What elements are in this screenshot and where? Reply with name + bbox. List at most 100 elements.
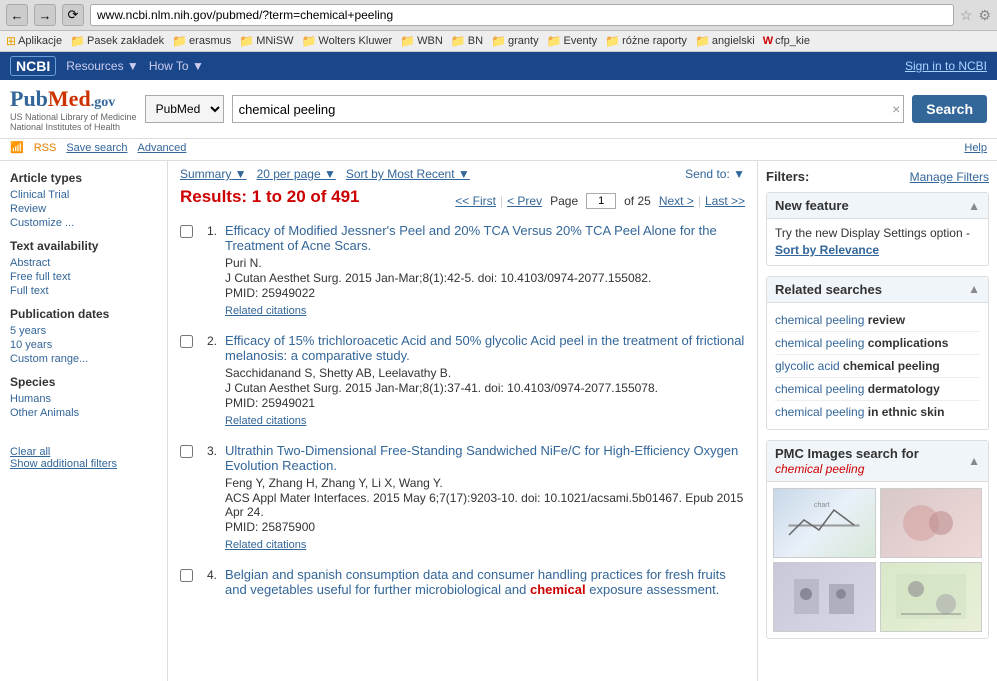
search-button[interactable]: Search: [912, 95, 987, 123]
pmc-image-thumb-1[interactable]: chart: [773, 488, 876, 558]
sidebar-item-5years[interactable]: 5 years: [10, 325, 157, 337]
pmc-image-thumb-2[interactable]: [880, 488, 983, 558]
prev-page-link[interactable]: < Prev: [507, 194, 542, 208]
folder-icon: 📁: [695, 34, 710, 48]
page-number-input[interactable]: [586, 193, 616, 209]
last-page-link[interactable]: Last >>: [705, 194, 745, 208]
back-button[interactable]: ←: [6, 4, 28, 26]
result-1-title[interactable]: Efficacy of Modified Jessner's Peel and …: [225, 223, 745, 253]
list-item[interactable]: chemical peeling dermatology: [775, 378, 980, 401]
bookmark-mnisw[interactable]: 📁 MNiSW: [239, 34, 293, 48]
result-1-checkbox[interactable]: [180, 225, 193, 238]
sidebar-item-10years[interactable]: 10 years: [10, 339, 157, 351]
sidebar-item-clinical-trial[interactable]: Clinical Trial: [10, 189, 157, 201]
summary-dropdown[interactable]: Summary ▼: [180, 167, 247, 181]
new-feature-header: New feature ▲: [767, 193, 988, 219]
result-1-pmid: PMID: 25949022: [225, 286, 745, 300]
result-3-related[interactable]: Related citations: [225, 539, 306, 551]
result-4-title[interactable]: Belgian and spanish consumption data and…: [225, 567, 745, 597]
refresh-button[interactable]: ⟳: [62, 4, 84, 26]
search-input[interactable]: [232, 95, 905, 123]
sidebar-item-abstract[interactable]: Abstract: [10, 257, 157, 269]
pmc-image-svg-4: [891, 569, 971, 624]
result-2-checkbox[interactable]: [180, 335, 193, 348]
send-to-dropdown[interactable]: Send to: ▼: [685, 167, 745, 181]
ncbi-badge[interactable]: NCBI: [10, 56, 56, 76]
rss-link[interactable]: RSS: [34, 142, 57, 154]
bookmark-granty[interactable]: 📁 granty: [491, 34, 539, 48]
bookmark-erasmus[interactable]: 📁 erasmus: [172, 34, 231, 48]
per-page-dropdown[interactable]: 20 per page ▼: [257, 167, 336, 181]
publication-dates-title: Publication dates: [10, 307, 157, 321]
sidebar-item-custom-range[interactable]: Custom range...: [10, 353, 157, 365]
search-clear-button[interactable]: ×: [892, 101, 900, 117]
results-header: Results: 1 to 20 of 491 << First | < Pre…: [180, 187, 745, 215]
result-1-related[interactable]: Related citations: [225, 305, 306, 317]
result-3-title[interactable]: Ultrathin Two-Dimensional Free-Standing …: [225, 443, 745, 473]
pmc-images-title-area: PMC Images search for chemical peeling: [775, 446, 919, 476]
results-toolbar: Summary ▼ 20 per page ▼ Sort by Most Rec…: [180, 167, 745, 181]
result-2-related[interactable]: Related citations: [225, 415, 306, 427]
star-icon: ☆: [960, 7, 973, 24]
related-search-link-3[interactable]: glycolic acid: [775, 359, 840, 373]
related-search-link-1[interactable]: chemical peeling: [775, 313, 864, 327]
bookmark-eventy[interactable]: 📁 Eventy: [547, 34, 598, 48]
bookmark-cfpkie[interactable]: W cfp_kie: [763, 35, 810, 47]
related-search-link-2[interactable]: chemical peeling: [775, 336, 864, 350]
result-3-authors: Feng Y, Zhang H, Zhang Y, Li X, Wang Y.: [225, 476, 745, 490]
sidebar-item-humans[interactable]: Humans: [10, 393, 157, 405]
url-bar[interactable]: [90, 4, 954, 26]
first-page-link[interactable]: << First: [455, 194, 496, 208]
related-search-link-4[interactable]: chemical peeling: [775, 382, 864, 396]
apps-icon: ⊞: [6, 34, 16, 48]
ncbi-resources-dropdown[interactable]: Resources ▼: [66, 59, 139, 73]
save-search-link[interactable]: Save search: [66, 142, 127, 154]
article-types-title: Article types: [10, 171, 157, 185]
related-searches-section: Related searches ▲ chemical peeling revi…: [766, 276, 989, 430]
advanced-link[interactable]: Advanced: [137, 142, 186, 154]
result-3-checkbox[interactable]: [180, 445, 193, 458]
manage-filters-link[interactable]: Manage Filters: [910, 170, 989, 184]
result-4-checkbox[interactable]: [180, 569, 193, 582]
pmc-images-collapse-arrow[interactable]: ▲: [968, 454, 980, 468]
sidebar-item-full-text[interactable]: Full text: [10, 285, 157, 297]
result-4-body: Belgian and spanish consumption data and…: [225, 567, 745, 600]
sort-dropdown[interactable]: Sort by Most Recent ▼: [346, 167, 470, 181]
sidebar-item-free-full-text[interactable]: Free full text: [10, 271, 157, 283]
show-additional-link[interactable]: Show additional filters: [10, 458, 157, 470]
next-page-link[interactable]: Next >: [659, 194, 694, 208]
bookmark-raporty[interactable]: 📁 różne raporty: [605, 34, 687, 48]
bookmark-angielski[interactable]: 📁 angielski: [695, 34, 755, 48]
new-feature-collapse-arrow[interactable]: ▲: [968, 199, 980, 213]
bookmark-wbn[interactable]: 📁 WBN: [400, 34, 443, 48]
pubmed-subtitle-line1: US National Library of Medicine: [10, 112, 137, 122]
bookmark-pasek[interactable]: 📁 Pasek zakładek: [70, 34, 164, 48]
forward-button[interactable]: →: [34, 4, 56, 26]
help-link[interactable]: Help: [964, 142, 987, 154]
sign-in-link[interactable]: Sign in to NCBI: [905, 59, 987, 73]
list-item[interactable]: chemical peeling in ethnic skin: [775, 401, 980, 423]
database-select[interactable]: PubMed: [145, 95, 224, 123]
bookmark-wolters[interactable]: 📁 Wolters Kluwer: [301, 34, 392, 48]
bookmark-bn[interactable]: 📁 BN: [451, 34, 483, 48]
bookmark-aplikacje[interactable]: ⊞ Aplikacje: [6, 34, 62, 48]
pmc-images-section: PMC Images search for chemical peeling ▲…: [766, 440, 989, 639]
ncbi-howto-dropdown[interactable]: How To ▼: [149, 59, 204, 73]
list-item[interactable]: chemical peeling complications: [775, 332, 980, 355]
related-searches-collapse-arrow[interactable]: ▲: [968, 282, 980, 296]
pmc-image-thumb-3[interactable]: [773, 562, 876, 632]
pmc-images-title: PMC Images search for: [775, 446, 919, 461]
sort-by-relevance-link[interactable]: Sort by Relevance: [775, 243, 879, 257]
table-row: 3. Ultrathin Two-Dimensional Free-Standi…: [180, 443, 745, 551]
sidebar-item-other-animals[interactable]: Other Animals: [10, 407, 157, 419]
list-item[interactable]: chemical peeling review: [775, 309, 980, 332]
list-item[interactable]: glycolic acid chemical peeling: [775, 355, 980, 378]
clear-all-link[interactable]: Clear all: [10, 446, 157, 458]
result-2-title[interactable]: Efficacy of 15% trichloroacetic Acid and…: [225, 333, 745, 363]
sidebar-item-review[interactable]: Review: [10, 203, 157, 215]
related-search-link-5[interactable]: chemical peeling: [775, 405, 864, 419]
related-search-bold-5: in ethnic skin: [868, 405, 945, 419]
result-3-body: Ultrathin Two-Dimensional Free-Standing …: [225, 443, 745, 551]
pmc-image-thumb-4[interactable]: [880, 562, 983, 632]
sidebar-item-customize[interactable]: Customize ...: [10, 217, 157, 229]
